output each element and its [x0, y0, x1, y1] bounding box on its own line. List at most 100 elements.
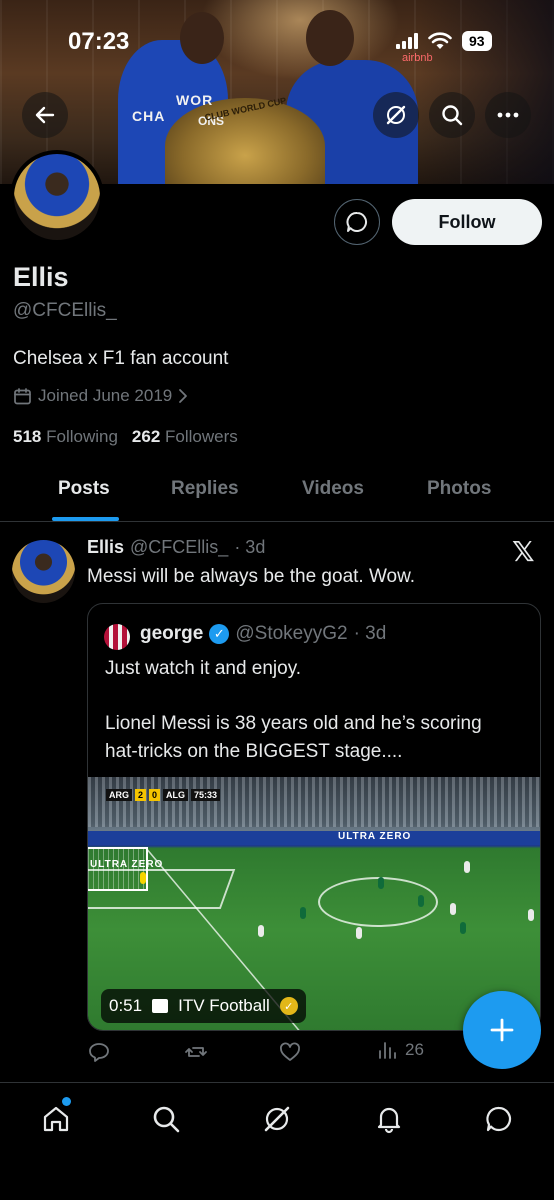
match-clock: 75:33 [191, 789, 221, 801]
calendar-icon [14, 387, 31, 404]
quoted-video[interactable]: ULTRA ZERO ARG 2 0 ALG 75:33 ULTRA ZERO … [88, 777, 540, 1030]
tab-videos[interactable]: Videos [302, 478, 364, 500]
pitch-box-line [88, 869, 236, 909]
views-count: 26 [405, 1040, 424, 1059]
profile-tabs: Posts Replies Videos Photos [0, 466, 554, 522]
banner-shade [420, 0, 554, 184]
score-away-goals: 0 [149, 789, 161, 801]
post-author-avatar[interactable] [12, 540, 75, 603]
post-author-name[interactable]: Ellis [87, 537, 124, 558]
battery-indicator: 93 [462, 31, 492, 51]
back-button[interactable] [22, 92, 68, 138]
video-player-dot [464, 861, 470, 873]
followers-count: 262 [131, 427, 161, 446]
video-scorebug: ARG 2 0 ALG 75:33 [106, 789, 221, 801]
banner-player-left-head [180, 12, 224, 64]
nav-notifications[interactable] [369, 1099, 409, 1139]
message-icon [346, 211, 368, 232]
bottom-navigation [0, 1082, 554, 1200]
like-icon [280, 1042, 300, 1061]
quoted-post[interactable]: george ✓ @StokeyyG2 · 3d Just watch it a… [87, 603, 541, 1031]
profile-display-name: Ellis [13, 262, 69, 292]
following-label: Following [46, 427, 118, 446]
home-icon [43, 1106, 69, 1132]
profile-avatar[interactable] [10, 150, 104, 244]
search-icon [442, 105, 463, 126]
compose-plus-icon [490, 1018, 514, 1042]
quoted-text-line-1: Just watch it and enjoy. [105, 658, 302, 679]
itv-logo-icon [152, 999, 169, 1013]
search-button[interactable] [429, 92, 475, 138]
video-crowd [88, 777, 540, 827]
following-count: 518 [13, 427, 42, 446]
post-text: Messi will be always be the goat. Wow. [87, 566, 416, 587]
wifi-icon [428, 32, 452, 49]
nav-search[interactable] [146, 1099, 186, 1139]
banner-shirt-text-2: CHA [132, 108, 166, 124]
views-button[interactable]: 26 [377, 1040, 424, 1060]
video-info-badge: 0:51 ITV Football ✓ [101, 989, 306, 1023]
more-button[interactable] [485, 92, 531, 138]
post-time: · 3d [234, 537, 266, 557]
score-home-goals: 2 [135, 789, 147, 801]
compose-button[interactable] [463, 991, 541, 1069]
video-player-dot [140, 872, 146, 884]
video-player-dot [450, 903, 456, 915]
profile-bio: Chelsea x F1 fan account [13, 348, 229, 369]
video-player-dot [460, 922, 466, 934]
like-button[interactable] [278, 1040, 302, 1064]
repost-button[interactable] [184, 1040, 208, 1064]
tab-replies[interactable]: Replies [171, 478, 239, 500]
joined-date-row[interactable]: Joined June 2019 [13, 386, 188, 406]
video-player-dot [258, 925, 264, 937]
video-player-dot [418, 895, 424, 907]
grok-icon [264, 1106, 290, 1132]
tab-photos[interactable]: Photos [427, 478, 491, 500]
verified-badge-icon: ✓ [209, 624, 230, 644]
banner-player-right-head [306, 10, 354, 66]
video-duration: 0:51 [109, 996, 143, 1015]
x-logo-icon: 𝕏 [512, 535, 535, 568]
search-icon [153, 1106, 180, 1133]
back-arrow-icon [35, 106, 55, 124]
quoted-author-handle: @StokeyyG2 [235, 623, 348, 644]
message-button[interactable] [334, 199, 380, 245]
followers-label: Followers [165, 427, 238, 446]
bell-icon [377, 1107, 401, 1134]
score-away: ALG [163, 789, 189, 801]
quoted-author-name: george [140, 623, 204, 644]
chevron-right-icon [179, 389, 188, 403]
post-header: Ellis @CFCEllis_ · 3d [87, 537, 265, 558]
quoted-post-header: george ✓ @StokeyyG2 · 3d [140, 623, 386, 645]
post-author-handle[interactable]: @CFCEllis_ [130, 537, 228, 558]
tab-posts[interactable]: Posts [58, 478, 110, 500]
nav-home[interactable] [36, 1097, 76, 1139]
video-player-dot [378, 877, 384, 889]
active-tab-indicator [52, 517, 119, 521]
quoted-post-time: · 3d [353, 623, 387, 644]
reply-button[interactable] [87, 1040, 111, 1064]
grok-button[interactable] [373, 92, 419, 138]
nav-messages[interactable] [479, 1099, 519, 1139]
follow-button[interactable]: Follow [392, 199, 542, 245]
more-icon [497, 112, 519, 118]
follow-stats: 518 Following 262 Followers [13, 427, 238, 447]
video-player-dot [356, 927, 362, 939]
grok-icon [386, 105, 406, 125]
home-notification-dot [62, 1097, 71, 1106]
quoted-author-avatar [104, 624, 130, 650]
signal-icon [396, 33, 418, 49]
quoted-text-line-2: Lionel Messi is 38 years old and he’s sc… [105, 713, 482, 734]
ad-board-text: ULTRA ZERO [338, 831, 412, 842]
following-link[interactable]: 518 Following [13, 427, 118, 447]
repost-icon [185, 1047, 207, 1057]
video-player-dot [528, 909, 534, 921]
status-time: 07:23 [68, 28, 130, 55]
views-icon [379, 1042, 396, 1059]
nav-grok[interactable] [257, 1099, 297, 1139]
followers-link[interactable]: 262 Followers [132, 427, 238, 447]
video-source: ITV Football [178, 996, 270, 1015]
banner-shirt-text-1: WOR [176, 92, 214, 108]
reply-icon [89, 1043, 109, 1062]
profile-handle: @CFCEllis_ [13, 300, 117, 321]
